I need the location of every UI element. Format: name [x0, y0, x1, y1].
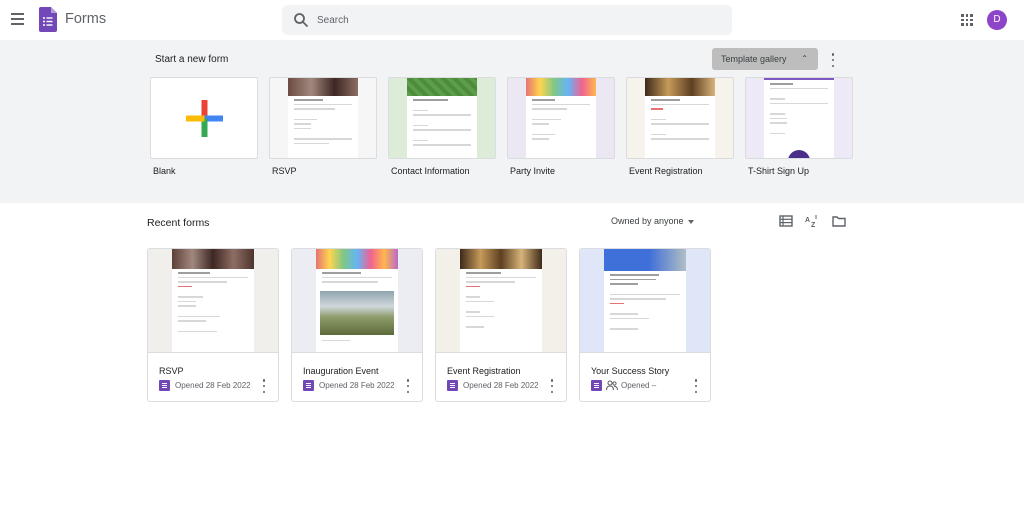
- form-more-options-icon[interactable]: [262, 379, 266, 393]
- forms-file-icon: [303, 380, 314, 391]
- template-party-invite[interactable]: [507, 77, 615, 159]
- template-label-tshirt-sign-up[interactable]: T-Shirt Sign Up: [748, 166, 809, 176]
- main-menu-icon[interactable]: [9, 11, 27, 29]
- recent-form-card[interactable]: Event Registration Opened 28 Feb 2022: [435, 248, 567, 402]
- recent-form-card[interactable]: Your Success Story Opened –: [579, 248, 711, 402]
- form-thumbnail: [148, 249, 278, 353]
- shared-people-icon: [606, 380, 618, 391]
- recent-form-card[interactable]: Inauguration Event Opened 28 Feb 2022: [291, 248, 423, 402]
- start-new-form-section: Start a new form Template gallery ⌃ Blan…: [0, 40, 1024, 203]
- template-rsvp[interactable]: [269, 77, 377, 159]
- template-tshirt-sign-up[interactable]: [745, 77, 853, 159]
- account-avatar[interactable]: D: [987, 10, 1007, 30]
- template-label-contact-information[interactable]: Contact Information: [391, 166, 470, 176]
- search-bar[interactable]: [282, 5, 732, 35]
- recent-forms-title: Recent forms: [147, 217, 210, 229]
- owner-filter-dropdown[interactable]: Owned by anyone: [611, 216, 694, 226]
- unfold-icon: ⌃: [801, 54, 808, 63]
- template-contact-information[interactable]: [388, 77, 496, 159]
- template-label-blank[interactable]: Blank: [153, 166, 176, 176]
- list-view-icon[interactable]: [779, 214, 793, 228]
- template-label-event-registration[interactable]: Event Registration: [629, 166, 703, 176]
- form-opened-date: Opened 28 Feb 2022: [319, 381, 395, 390]
- dropdown-arrow-icon: [687, 219, 694, 224]
- search-input[interactable]: [317, 9, 717, 31]
- form-more-options-icon[interactable]: [694, 379, 698, 393]
- owner-filter-label: Owned by anyone: [611, 216, 684, 226]
- search-icon[interactable]: [293, 12, 309, 28]
- forms-logo-icon[interactable]: [39, 7, 57, 32]
- more-options-icon[interactable]: [831, 53, 835, 67]
- form-thumbnail: [292, 249, 422, 353]
- template-gallery-button[interactable]: Template gallery ⌃: [712, 48, 818, 70]
- app-header: Forms D: [0, 0, 1024, 40]
- recent-form-card[interactable]: RSVP Opened 28 Feb 2022: [147, 248, 279, 402]
- template-blank[interactable]: [150, 77, 258, 159]
- folder-icon[interactable]: [832, 214, 846, 228]
- forms-file-icon: [591, 380, 602, 391]
- form-title: Event Registration: [447, 366, 521, 376]
- form-title: Your Success Story: [591, 366, 670, 376]
- plus-icon: [186, 100, 223, 137]
- form-title: RSVP: [159, 366, 184, 376]
- svg-text:Z: Z: [811, 222, 816, 228]
- template-gallery-label: Template gallery: [721, 54, 787, 64]
- sort-az-icon[interactable]: A Z: [805, 214, 819, 228]
- start-section-title: Start a new form: [155, 54, 229, 65]
- forms-file-icon: [159, 380, 170, 391]
- form-thumbnail: [436, 249, 566, 353]
- form-more-options-icon[interactable]: [550, 379, 554, 393]
- form-opened-date: Opened 28 Feb 2022: [175, 381, 251, 390]
- form-more-options-icon[interactable]: [406, 379, 410, 393]
- template-label-rsvp[interactable]: RSVP: [272, 166, 297, 176]
- svg-text:A: A: [805, 217, 810, 224]
- form-opened-date: Opened –: [621, 381, 657, 390]
- template-label-party-invite[interactable]: Party Invite: [510, 166, 555, 176]
- form-opened-date: Opened 28 Feb 2022: [463, 381, 539, 390]
- form-thumbnail: [580, 249, 710, 353]
- google-apps-icon[interactable]: [961, 14, 973, 26]
- template-event-registration[interactable]: [626, 77, 734, 159]
- app-title[interactable]: Forms: [65, 11, 106, 27]
- forms-file-icon: [447, 380, 458, 391]
- form-title: Inauguration Event: [303, 366, 379, 376]
